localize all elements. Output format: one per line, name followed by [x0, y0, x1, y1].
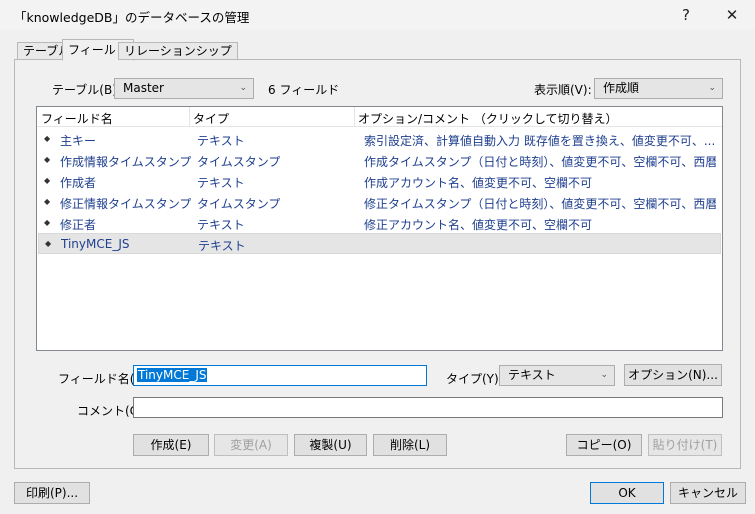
type-select-label: タイプ(Y): [446, 372, 503, 386]
field-name: 作成情報タイムスタンプ [60, 155, 192, 169]
chevron-down-icon: ⌄ [239, 83, 247, 93]
field-options: 修正アカウント名、値変更不可、空欄不可 [364, 218, 593, 232]
order-select-label: 表示順(V): [534, 83, 592, 97]
field-row-selected[interactable]: ◆ TinyMCE_JS テキスト [38, 233, 721, 254]
field-name-value: TinyMCE_JS [137, 368, 208, 382]
field-row[interactable]: ◆ 修正情報タイムスタンプ タイムスタンプ 修正タイムスタンプ（日付と時刻）、値… [38, 192, 721, 213]
chevron-down-icon: ⌄ [708, 83, 716, 93]
field-name: 修正者 [60, 218, 97, 232]
order-select[interactable]: 作成順 ⌄ [594, 78, 723, 99]
options-button[interactable]: オプション(N)... [624, 364, 722, 386]
chevron-down-icon: ⌄ [600, 370, 608, 380]
field-row[interactable]: ◆ 作成情報タイムスタンプ タイムスタンプ 作成タイムスタンプ（日付と時刻）、値… [38, 150, 721, 171]
duplicate-button[interactable]: 複製(U) [294, 434, 367, 456]
order-select-value: 作成順 [603, 81, 640, 95]
help-button[interactable]: ? [666, 0, 706, 30]
column-header-name[interactable]: フィールド名 [41, 110, 113, 127]
type-select-value: テキスト [508, 368, 556, 382]
field-options: 作成アカウント名、値変更不可、空欄不可 [364, 176, 593, 190]
field-row[interactable]: ◆ 作成者 テキスト 作成アカウント名、値変更不可、空欄不可 [38, 171, 721, 192]
field-row[interactable]: ◆ 主キー テキスト 索引設定済、計算値自動入力 既存値を置き換え、値変更不可、… [38, 129, 721, 150]
field-list[interactable]: フィールド名 タイプ オプション/コメント （クリックして切り替え） ◆ 主キー… [36, 106, 723, 351]
field-options: 修正タイムスタンプ（日付と時刻）、値変更不可、空欄不可、西暦... [364, 197, 716, 211]
comment-input[interactable] [133, 397, 723, 418]
field-count: 6 フィールド [268, 83, 340, 97]
cancel-button[interactable]: キャンセル [670, 482, 746, 504]
drag-handle-icon[interactable]: ◆ [44, 218, 50, 227]
drag-handle-icon[interactable]: ◆ [44, 134, 50, 143]
ok-button[interactable]: OK [590, 482, 664, 504]
close-button[interactable]: ✕ [712, 0, 752, 30]
field-name: 主キー [60, 134, 97, 148]
drag-handle-icon[interactable]: ◆ [45, 239, 51, 248]
column-header-options[interactable]: オプション/コメント （クリックして切り替え） [358, 110, 618, 127]
field-type: タイムスタンプ [197, 155, 281, 169]
list-header: フィールド名 タイプ オプション/コメント （クリックして切り替え） [37, 107, 722, 127]
drag-handle-icon[interactable]: ◆ [44, 155, 50, 164]
paste-button[interactable]: 貼り付け(T) [648, 434, 722, 456]
drag-handle-icon[interactable]: ◆ [44, 176, 50, 185]
window-title: 「knowledgeDB」のデータベースの管理 [14, 10, 250, 25]
field-type: テキスト [197, 218, 245, 232]
change-button[interactable]: 変更(A) [214, 434, 288, 456]
drag-handle-icon[interactable]: ◆ [44, 197, 50, 206]
copy-button[interactable]: コピー(O) [566, 434, 642, 456]
column-header-type[interactable]: タイプ [193, 110, 229, 127]
field-type: テキスト [197, 134, 245, 148]
field-row[interactable]: ◆ 修正者 テキスト 修正アカウント名、値変更不可、空欄不可 [38, 213, 721, 234]
table-select-value: Master [123, 81, 164, 95]
field-type: タイムスタンプ [197, 197, 281, 211]
field-name: TinyMCE_JS [61, 237, 130, 251]
field-options: 作成タイムスタンプ（日付と時刻）、値変更不可、空欄不可、西暦... [364, 155, 716, 169]
field-name: 作成者 [60, 176, 97, 190]
field-options: 索引設定済、計算値自動入力 既存値を置き換え、値変更不可、... [364, 134, 716, 148]
field-type: テキスト [197, 176, 245, 190]
field-name-input[interactable]: TinyMCE_JS [133, 365, 427, 386]
create-button[interactable]: 作成(E) [133, 434, 209, 456]
delete-button[interactable]: 削除(L) [373, 434, 447, 456]
field-name: 修正情報タイムスタンプ [60, 197, 192, 211]
print-button[interactable]: 印刷(P)... [14, 482, 90, 504]
table-select-label: テーブル(B): [52, 83, 121, 97]
type-select[interactable]: テキスト ⌄ [499, 365, 615, 386]
field-type: テキスト [198, 239, 246, 253]
table-select[interactable]: Master ⌄ [114, 78, 254, 99]
tab-relationships[interactable]: リレーションシップ [118, 42, 238, 60]
